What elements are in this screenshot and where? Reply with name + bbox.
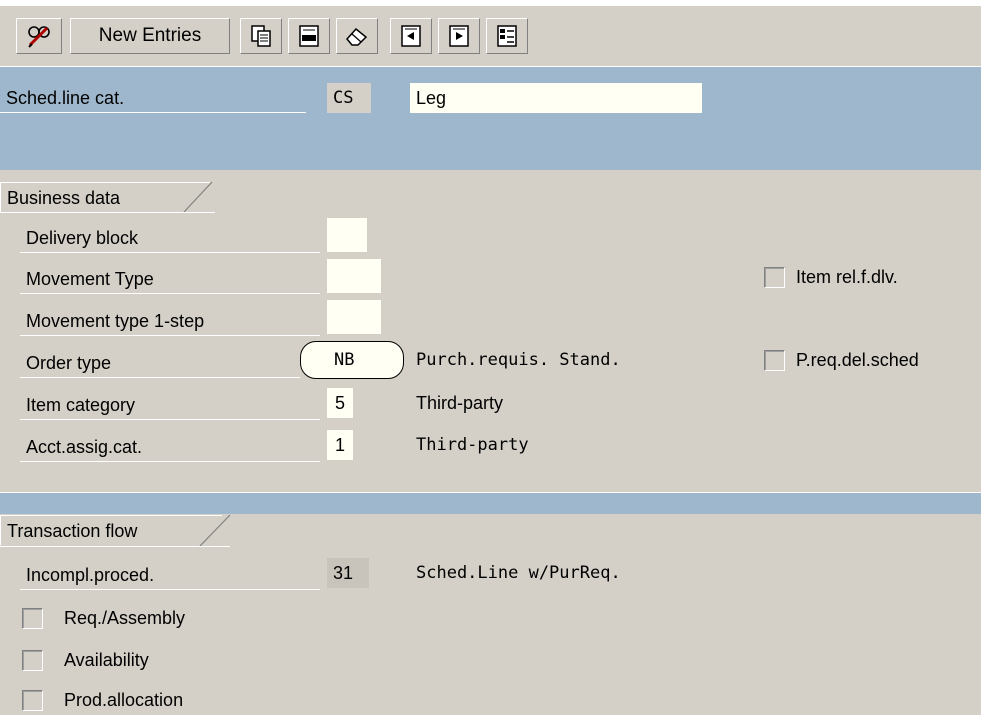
new-entries-label: New Entries <box>98 25 202 46</box>
incompl-proced-field[interactable]: 31 <box>327 558 369 588</box>
prod-allocation-checkbox[interactable] <box>22 690 43 711</box>
transaction-flow-title: Transaction flow <box>7 521 138 541</box>
movement-type-label: Movement Type <box>20 264 320 294</box>
movement-type-1step-input[interactable] <box>327 300 381 334</box>
display-change-button[interactable] <box>16 18 62 54</box>
availability-checkbox[interactable] <box>22 650 43 671</box>
eraser-icon <box>344 24 370 48</box>
incompl-proced-description: Sched.Line w/PurReq. <box>416 563 621 583</box>
req-assembly-checkbox[interactable] <box>22 608 43 629</box>
pencil-glasses-icon <box>25 23 53 49</box>
next-page-icon <box>447 24 471 48</box>
delete-icon <box>297 24 321 48</box>
previous-page-icon <box>399 24 423 48</box>
acct-assig-cat-input[interactable]: 1 <box>327 430 353 460</box>
incompl-proced-label: Incompl.proced. <box>20 560 320 590</box>
acct-assig-cat-label: Acct.assig.cat. <box>20 432 320 462</box>
delete-button[interactable] <box>288 18 330 54</box>
list-select-icon <box>495 24 519 48</box>
item-rel-dlv-label: Item rel.f.dlv. <box>796 267 898 287</box>
business-data-title: Business data <box>7 188 121 208</box>
movement-type-input[interactable] <box>327 259 381 293</box>
header-band: Sched.line cat. CS Leg <box>0 66 981 170</box>
availability-label: Availability <box>64 650 149 670</box>
order-type-label: Order type <box>20 348 300 378</box>
item-category-label: Item category <box>20 390 320 420</box>
new-entries-button[interactable]: New Entries <box>70 18 230 54</box>
order-type-input[interactable]: NB <box>334 345 354 375</box>
tab-underline <box>0 212 215 213</box>
application-toolbar: New Entries <box>0 0 981 66</box>
copy-icon <box>249 24 273 48</box>
copy-as-button[interactable] <box>240 18 282 54</box>
undo-change-button[interactable] <box>336 18 378 54</box>
preq-del-sched-checkbox[interactable] <box>764 350 785 371</box>
preq-del-sched-label: P.req.del.sched <box>796 350 919 370</box>
item-rel-dlv-checkbox[interactable] <box>764 267 785 288</box>
select-entries-button[interactable] <box>486 18 528 54</box>
section-separator-strip <box>0 492 981 514</box>
sched-line-cat-label: Sched.line cat. <box>0 83 306 113</box>
req-assembly-label: Req./Assembly <box>64 608 186 628</box>
item-category-input[interactable]: 5 <box>327 388 353 418</box>
tab-underline <box>0 546 230 547</box>
delivery-block-label: Delivery block <box>20 223 320 253</box>
delivery-block-input[interactable] <box>327 218 367 252</box>
prod-allocation-label: Prod.allocation <box>64 690 184 710</box>
sched-line-cat-field[interactable]: CS <box>327 83 371 113</box>
previous-entry-button[interactable] <box>390 18 432 54</box>
next-entry-button[interactable] <box>438 18 480 54</box>
business-data-tab: Business data <box>0 182 210 212</box>
item-category-description: Third-party <box>416 393 504 413</box>
order-type-description: Purch.requis. Stand. <box>416 350 621 370</box>
acct-assig-cat-description: Third-party <box>416 435 529 455</box>
movement-type-1step-label: Movement type 1-step <box>20 306 320 336</box>
transaction-flow-tab: Transaction flow <box>0 515 222 545</box>
sched-line-cat-description[interactable]: Leg <box>410 83 702 113</box>
